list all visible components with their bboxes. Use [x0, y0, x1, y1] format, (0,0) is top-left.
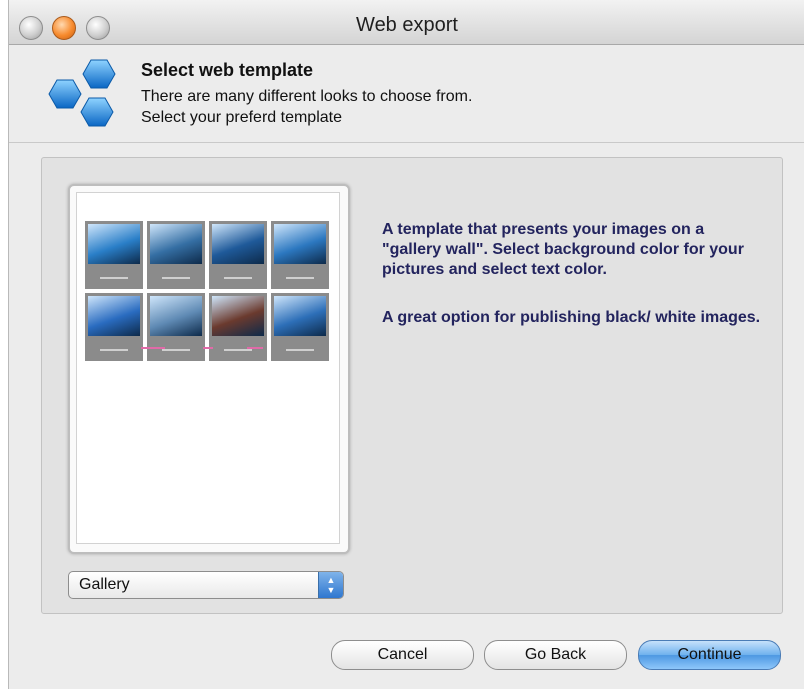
header-description-line-2: Select your preferd template: [141, 109, 342, 126]
thumbnail-caption: [100, 277, 128, 279]
cancel-button[interactable]: Cancel: [331, 640, 474, 670]
template-panel: A template that presents your images on …: [41, 157, 783, 614]
template-preview: [68, 184, 350, 554]
thumbnail-grid: [85, 221, 331, 361]
template-description-note: A great option for publishing black/ whi…: [382, 309, 761, 326]
thumbnail: [147, 221, 205, 289]
thumbnail-image: [212, 296, 264, 336]
thumbnail-image: [150, 296, 202, 336]
thumbnail: [209, 293, 267, 361]
thumbnail: [85, 221, 143, 289]
thumbnail: [147, 293, 205, 361]
window-title: Web export: [356, 14, 458, 36]
thumbnail-caption: [286, 277, 314, 279]
go-back-button[interactable]: Go Back: [484, 640, 627, 670]
thumbnail-caption: [286, 349, 314, 351]
thumbnail-caption: [224, 277, 252, 279]
select-stepper-icon: ▲ ▼: [318, 572, 343, 598]
preview-pager-prev: [141, 347, 165, 349]
template-select[interactable]: Gallery ▲ ▼: [68, 571, 344, 599]
thumbnail: [85, 293, 143, 361]
header-description-line-1: There are many different looks to choose…: [141, 88, 473, 105]
thumbnail-image: [274, 296, 326, 336]
template-preview-page: [76, 192, 340, 544]
template-description: A template that presents your images on …: [382, 221, 744, 278]
thumbnail-image: [212, 224, 264, 264]
preview-pager-pages: [203, 347, 213, 349]
thumbnail-image: [150, 224, 202, 264]
continue-button[interactable]: Continue: [638, 640, 781, 670]
hexagon-cluster-icon: [48, 59, 116, 127]
header-title: Select web template: [141, 60, 314, 80]
thumbnail-image: [88, 296, 140, 336]
thumbnail-caption: [100, 349, 128, 351]
thumbnail-caption: [224, 349, 252, 351]
thumbnail-caption: [162, 277, 190, 279]
title-bar[interactable]: Web export: [9, 0, 804, 45]
template-select-value: Gallery: [79, 576, 130, 593]
thumbnail: [271, 293, 329, 361]
web-export-window: Web export Select web template There are…: [8, 0, 804, 689]
thumbnail: [209, 221, 267, 289]
thumbnail-caption: [162, 349, 190, 351]
thumbnail-image: [274, 224, 326, 264]
preview-pager-next: [247, 347, 263, 349]
thumbnail: [271, 221, 329, 289]
thumbnail-image: [88, 224, 140, 264]
header-divider: [9, 142, 804, 143]
